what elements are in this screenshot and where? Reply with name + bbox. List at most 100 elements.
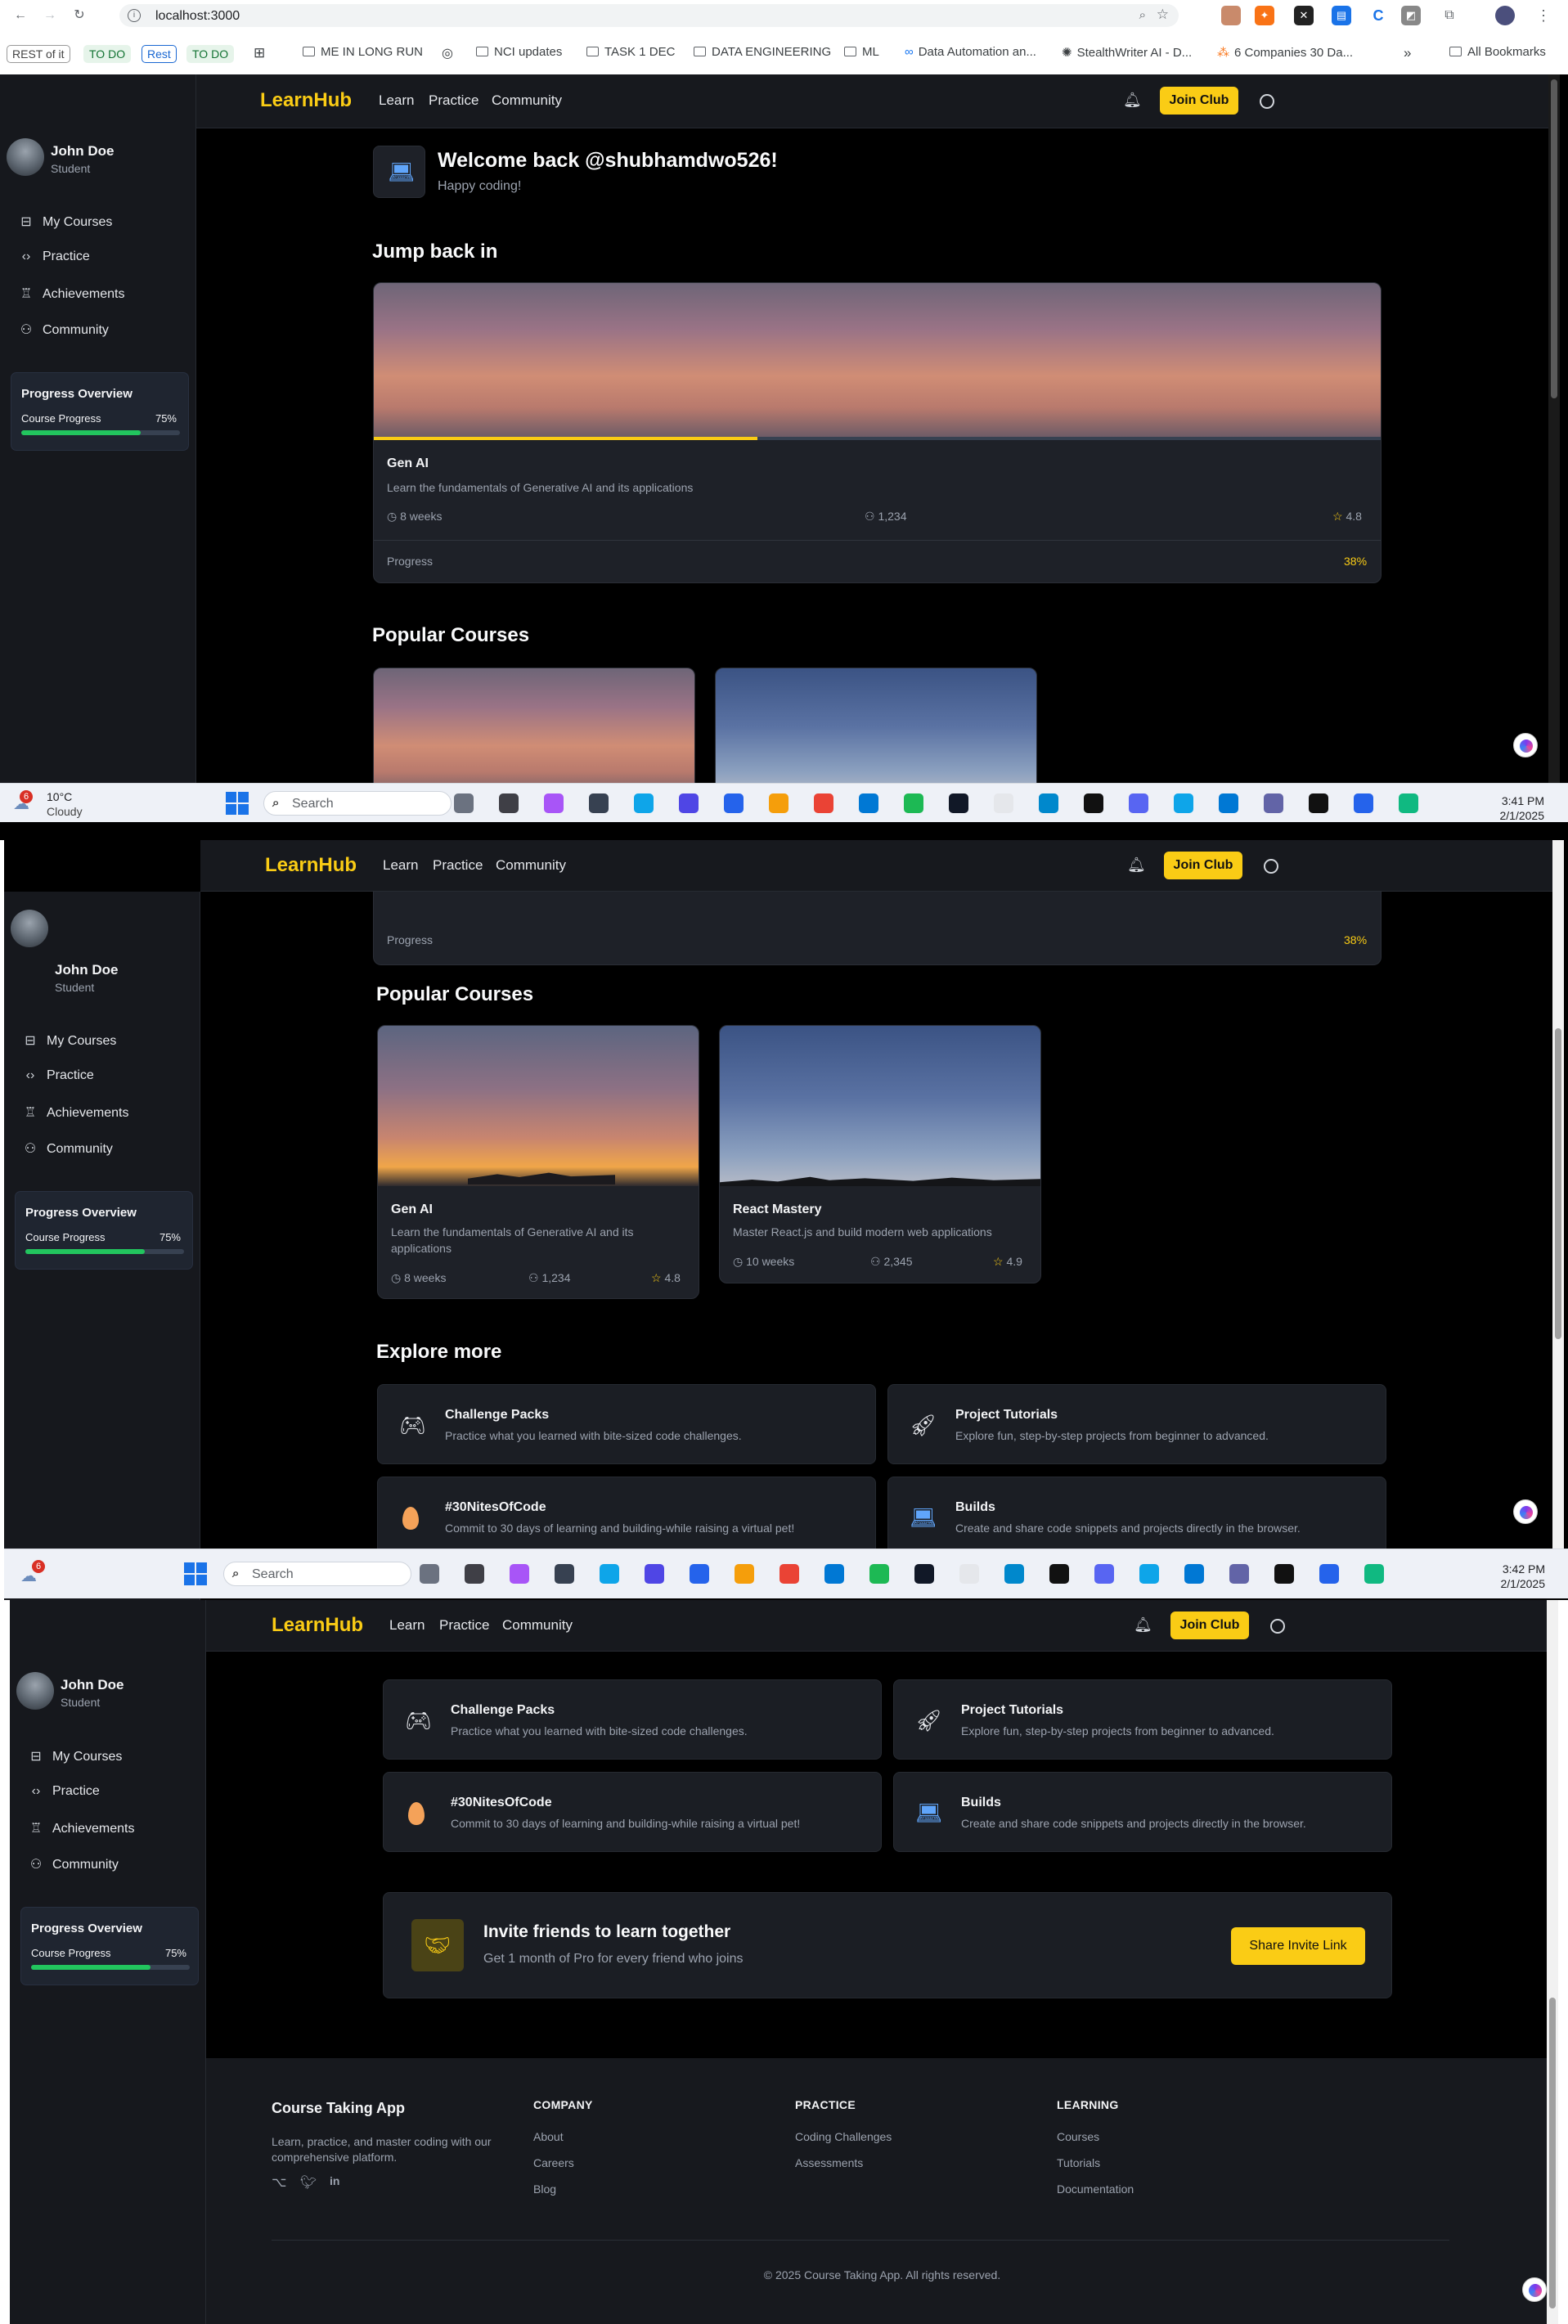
user-icon[interactable] bbox=[1264, 859, 1278, 874]
taskbar-app-icon[interactable] bbox=[824, 1564, 844, 1584]
address-bar[interactable]: i localhost:3000 ⌕ ☆ bbox=[119, 4, 1179, 27]
bookmark-folder[interactable]: All Bookmarks bbox=[1449, 45, 1546, 59]
nav-community[interactable]: Community bbox=[492, 92, 562, 109]
nav-learn[interactable]: Learn bbox=[383, 857, 418, 874]
site-info-icon[interactable]: i bbox=[128, 9, 141, 22]
taskbar-app-icon[interactable] bbox=[1139, 1564, 1159, 1584]
windows-start-icon[interactable] bbox=[184, 1562, 207, 1585]
footer-link[interactable]: Documentation bbox=[1057, 2182, 1134, 2196]
taskbar-app-icon[interactable] bbox=[1129, 793, 1148, 813]
nav-learn[interactable]: Learn bbox=[389, 1617, 425, 1634]
join-club-button[interactable]: Join Club bbox=[1160, 87, 1238, 115]
jump-back-course-card[interactable]: Gen AI Learn the fundamentals of Generat… bbox=[373, 282, 1382, 583]
taskbar-app-icon[interactable] bbox=[1174, 793, 1193, 813]
join-club-button[interactable]: Join Club bbox=[1164, 852, 1242, 879]
scrollbar[interactable] bbox=[1547, 1600, 1558, 2324]
assistant-bubble-icon[interactable] bbox=[1522, 2277, 1547, 2302]
bell-icon[interactable]: 🔔︎ bbox=[1127, 856, 1146, 874]
extension-icon[interactable] bbox=[1221, 6, 1241, 25]
taskbar-app-icon[interactable] bbox=[769, 793, 788, 813]
taskbar-search[interactable]: ⌕ Search bbox=[263, 791, 452, 816]
taskbar-app-icon[interactable] bbox=[1094, 1564, 1114, 1584]
extension-icon[interactable]: ◩ bbox=[1401, 6, 1421, 25]
scrollbar-thumb[interactable] bbox=[1555, 1028, 1561, 1339]
avatar[interactable] bbox=[11, 910, 48, 947]
nav-community[interactable]: Community bbox=[502, 1617, 573, 1634]
logo[interactable]: LearnHub bbox=[260, 89, 352, 112]
popular-course-card[interactable] bbox=[715, 668, 1037, 798]
taskbar-app-icon[interactable] bbox=[1319, 1564, 1339, 1584]
footer-link[interactable]: Blog bbox=[533, 2182, 556, 2196]
sidebar-item-achievements[interactable]: ♖ Achievements bbox=[28, 1820, 135, 1836]
taskbar-app-icon[interactable] bbox=[679, 793, 699, 813]
apps-grid-icon[interactable]: ⊞ bbox=[254, 45, 265, 61]
scrollbar[interactable] bbox=[1552, 840, 1564, 1549]
taskbar-app-icon[interactable] bbox=[994, 793, 1013, 813]
puzzle-icon[interactable]: ⧉ bbox=[1440, 6, 1459, 25]
bookmark-folder[interactable]: DATA ENGINEERING bbox=[694, 45, 831, 59]
footer-link[interactable]: Tutorials bbox=[1057, 2156, 1100, 2169]
taskbar-app-icon[interactable] bbox=[454, 793, 474, 813]
explore-card-challenge-packs[interactable]: 🎮︎ Challenge Packs Practice what you lea… bbox=[377, 1384, 876, 1464]
sidebar-item-community[interactable]: ⚇ Community bbox=[22, 1140, 113, 1157]
user-icon[interactable] bbox=[1260, 94, 1274, 109]
footer-link[interactable]: Courses bbox=[1057, 2130, 1099, 2143]
jump-back-course-card[interactable]: Progress 38% bbox=[373, 892, 1382, 965]
taskbar-app-icon[interactable] bbox=[510, 1564, 529, 1584]
bookmark-pill[interactable]: REST of it bbox=[7, 45, 70, 63]
sidebar-item-achievements[interactable]: ♖ Achievements bbox=[18, 285, 125, 302]
extension-icon[interactable]: ▤ bbox=[1332, 6, 1351, 25]
extension-icon[interactable]: ✦ bbox=[1255, 6, 1274, 25]
nav-practice[interactable]: Practice bbox=[439, 1617, 489, 1634]
user-icon[interactable] bbox=[1270, 1619, 1285, 1634]
taskbar-app-icon[interactable] bbox=[1309, 793, 1328, 813]
globe-icon[interactable]: ◎ bbox=[442, 45, 453, 61]
taskbar-app-icon[interactable] bbox=[465, 1564, 484, 1584]
logo[interactable]: LearnHub bbox=[265, 854, 357, 877]
bell-icon[interactable]: 🔔︎ bbox=[1123, 92, 1142, 109]
bookmark-star-icon[interactable]: ☆ bbox=[1157, 7, 1169, 23]
back-icon[interactable]: ← bbox=[11, 7, 29, 25]
clock[interactable]: 3:41 PM 2/1/2025 bbox=[1456, 793, 1545, 823]
join-club-button[interactable]: Join Club bbox=[1170, 1612, 1249, 1639]
explore-card-builds[interactable]: 💻︎ Builds Create and share code snippets… bbox=[887, 1477, 1386, 1557]
taskbar-app-icon[interactable] bbox=[1229, 1564, 1249, 1584]
zoom-icon[interactable]: ⌕ bbox=[1139, 8, 1146, 22]
taskbar-app-icon[interactable] bbox=[1049, 1564, 1069, 1584]
taskbar-app-icon[interactable] bbox=[499, 793, 519, 813]
popular-course-card[interactable] bbox=[373, 668, 695, 798]
taskbar-app-icon[interactable] bbox=[589, 793, 609, 813]
profile-avatar[interactable] bbox=[1495, 6, 1515, 25]
taskbar-app-icon[interactable] bbox=[600, 1564, 619, 1584]
bookmark-link[interactable]: ✺ StealthWriter AI - D... bbox=[1062, 45, 1192, 60]
sidebar-item-my-courses[interactable]: ⊟ My Courses bbox=[18, 214, 112, 230]
footer-link[interactable]: Assessments bbox=[795, 2156, 863, 2169]
bell-icon[interactable]: 🔔︎ bbox=[1134, 1616, 1152, 1634]
taskbar-app-icon[interactable] bbox=[724, 793, 744, 813]
menu-icon[interactable]: ⋮ bbox=[1534, 6, 1553, 25]
sidebar-item-practice[interactable]: ‹› Practice bbox=[28, 1784, 100, 1799]
taskbar-app-icon[interactable] bbox=[780, 1564, 799, 1584]
extension-icon[interactable]: ✕ bbox=[1294, 6, 1314, 25]
taskbar-app-icon[interactable] bbox=[735, 1564, 754, 1584]
taskbar-app-icon[interactable] bbox=[1084, 793, 1103, 813]
taskbar-app-icon[interactable] bbox=[1184, 1564, 1204, 1584]
linkedin-icon[interactable]: in bbox=[330, 2174, 339, 2187]
avatar[interactable] bbox=[7, 138, 44, 176]
extension-icon[interactable]: C bbox=[1368, 6, 1388, 25]
taskbar-app-icon[interactable] bbox=[1399, 793, 1418, 813]
taskbar-app-icon[interactable] bbox=[949, 793, 968, 813]
taskbar-app-icon[interactable] bbox=[1219, 793, 1238, 813]
scrollbar-thumb[interactable] bbox=[1549, 1998, 1556, 2308]
taskbar-app-icon[interactable] bbox=[869, 1564, 889, 1584]
taskbar-app-icon[interactable] bbox=[1354, 793, 1373, 813]
bookmark-link[interactable]: ⁂ 6 Companies 30 Da... bbox=[1217, 45, 1353, 60]
avatar[interactable] bbox=[16, 1672, 54, 1710]
taskbar-app-icon[interactable] bbox=[1039, 793, 1058, 813]
explore-card-30nites[interactable]: #30NitesOfCode Commit to 30 days of lear… bbox=[383, 1772, 882, 1852]
sidebar-item-my-courses[interactable]: ⊟ My Courses bbox=[28, 1748, 122, 1764]
explore-card-30nites[interactable]: #30NitesOfCode Commit to 30 days of lear… bbox=[377, 1477, 876, 1557]
taskbar-search[interactable]: ⌕ Search bbox=[223, 1562, 411, 1586]
forward-icon[interactable]: → bbox=[41, 7, 59, 25]
clock[interactable]: 3:42 PM 2/1/2025 bbox=[1457, 1562, 1546, 1591]
